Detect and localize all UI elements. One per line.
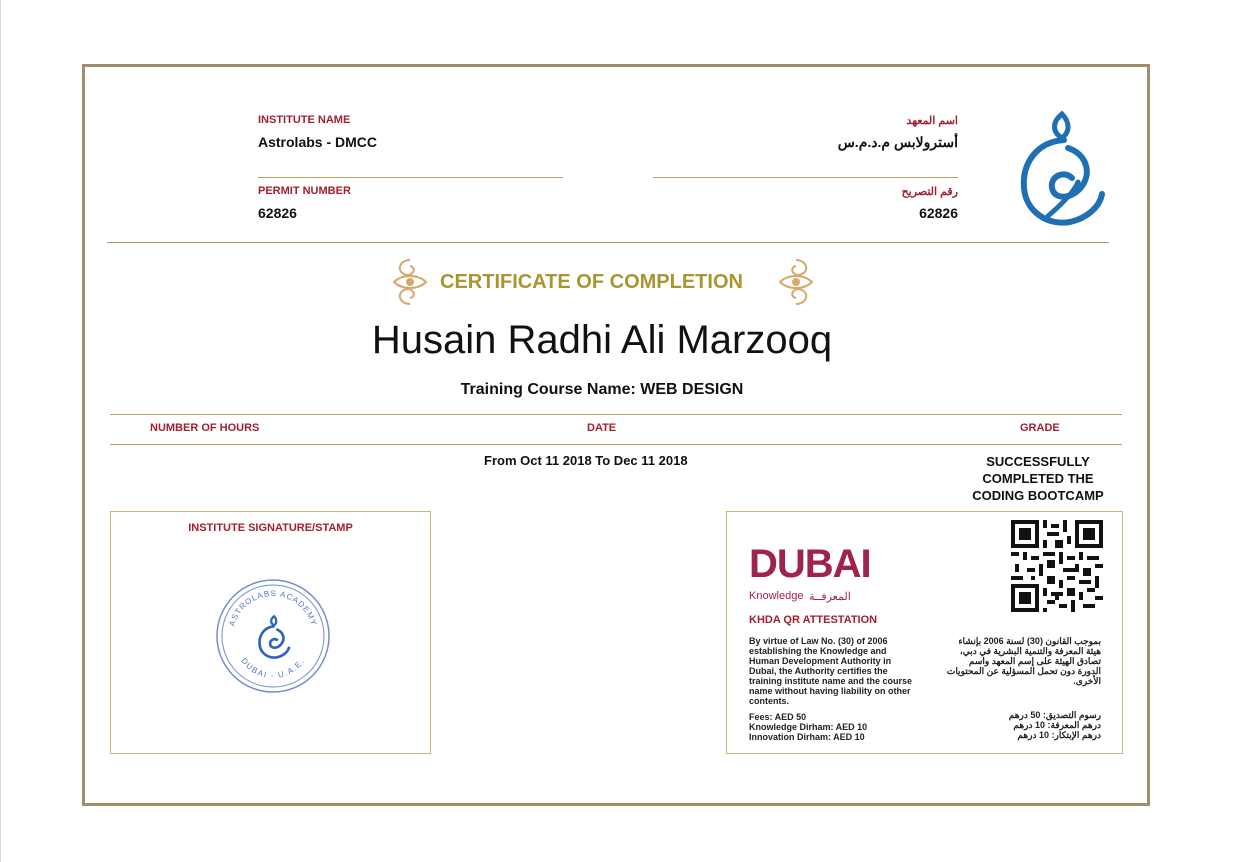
stamp-top-text: ASTROLABS ACADEMY: [227, 589, 317, 627]
khda-knowledge-dirham-ar: درهم المعرفة: 10 درهم: [1013, 720, 1101, 730]
hours-label: NUMBER OF HOURS: [150, 422, 260, 434]
astrolabs-logo-icon: [1020, 110, 1105, 226]
header-divider-left: [258, 177, 563, 178]
khda-innovation-dirham: Innovation Dirham: AED 10: [749, 732, 865, 742]
khda-fees: Fees: AED 50: [749, 712, 807, 722]
institute-stamp-icon: ASTROLABS ACADEMY DUBAI - U.A.E.: [216, 579, 330, 693]
khda-text-en: By virtue of Law No. (30) of 2006 establ…: [749, 636, 913, 706]
svg-text:DUBAI - U.A.E.: DUBAI - U.A.E.: [239, 656, 306, 680]
grade-label: GRADE: [1020, 422, 1060, 434]
date-value: From Oct 11 2018 To Dec 11 2018: [484, 453, 688, 468]
knowledge-label-ar: المعرفــة: [809, 591, 851, 603]
permit-number-label: PERMIT NUMBER: [258, 185, 351, 197]
stamp-bottom-text: DUBAI - U.A.E.: [239, 656, 305, 680]
institute-name-ar: أسترولابس م.د.م.س: [837, 134, 958, 150]
qr-code-icon[interactable]: [1011, 520, 1103, 612]
khda-attestation-box: DUBAI Knowledge المعرفــة KHDA QR ATTEST…: [726, 511, 1123, 754]
page-edge: [0, 0, 1, 862]
institute-name-label: INSTITUTE NAME: [258, 114, 351, 126]
signature-box: INSTITUTE SIGNATURE/STAMP ASTROLABS ACAD…: [110, 511, 431, 754]
details-rule-bottom: [110, 444, 1122, 445]
khda-fees-ar: رسوم التصديق: 50 درهم: [1008, 710, 1101, 720]
details-rule-top: [110, 414, 1122, 415]
knowledge-label: Knowledge: [749, 590, 804, 602]
signature-label: INSTITUTE SIGNATURE/STAMP: [188, 522, 353, 534]
institute-name-label-ar: اسم المعهد: [906, 115, 958, 127]
course-name: Training Course Name: WEB DESIGN: [460, 381, 744, 398]
recipient-name: Husain Radhi Ali Marzooq: [371, 318, 833, 362]
khda-innovation-dirham-ar: درهم الإبتكار: 10 درهم: [1017, 730, 1101, 740]
ornament-right-icon: [778, 259, 814, 305]
date-label: DATE: [587, 422, 617, 434]
header-rule: [107, 242, 1109, 243]
khda-text-ar: بموجب القانون (30) لسنة 2006 بإنشاء هيئة…: [946, 636, 1101, 686]
svg-text:ASTROLABS ACADEMY: ASTROLABS ACADEMY: [227, 589, 318, 627]
dubai-logo-text: DUBAI: [749, 542, 872, 586]
header-divider-right: [653, 177, 958, 178]
certificate-title: CERTIFICATE OF COMPLETION: [440, 271, 743, 293]
khda-title: KHDA QR ATTESTATION: [749, 614, 878, 626]
permit-number: 62826: [258, 205, 297, 221]
ornament-left-icon: [392, 259, 428, 305]
institute-name: Astrolabs - DMCC: [258, 134, 378, 150]
permit-number-ar: 62826: [919, 205, 958, 221]
khda-knowledge-dirham: Knowledge Dirham: AED 10: [749, 722, 868, 732]
grade-value: SUCCESSFULLY COMPLETED THE CODING BOOTCA…: [972, 454, 1104, 503]
permit-number-label-ar: رقم التصريح: [901, 186, 958, 198]
